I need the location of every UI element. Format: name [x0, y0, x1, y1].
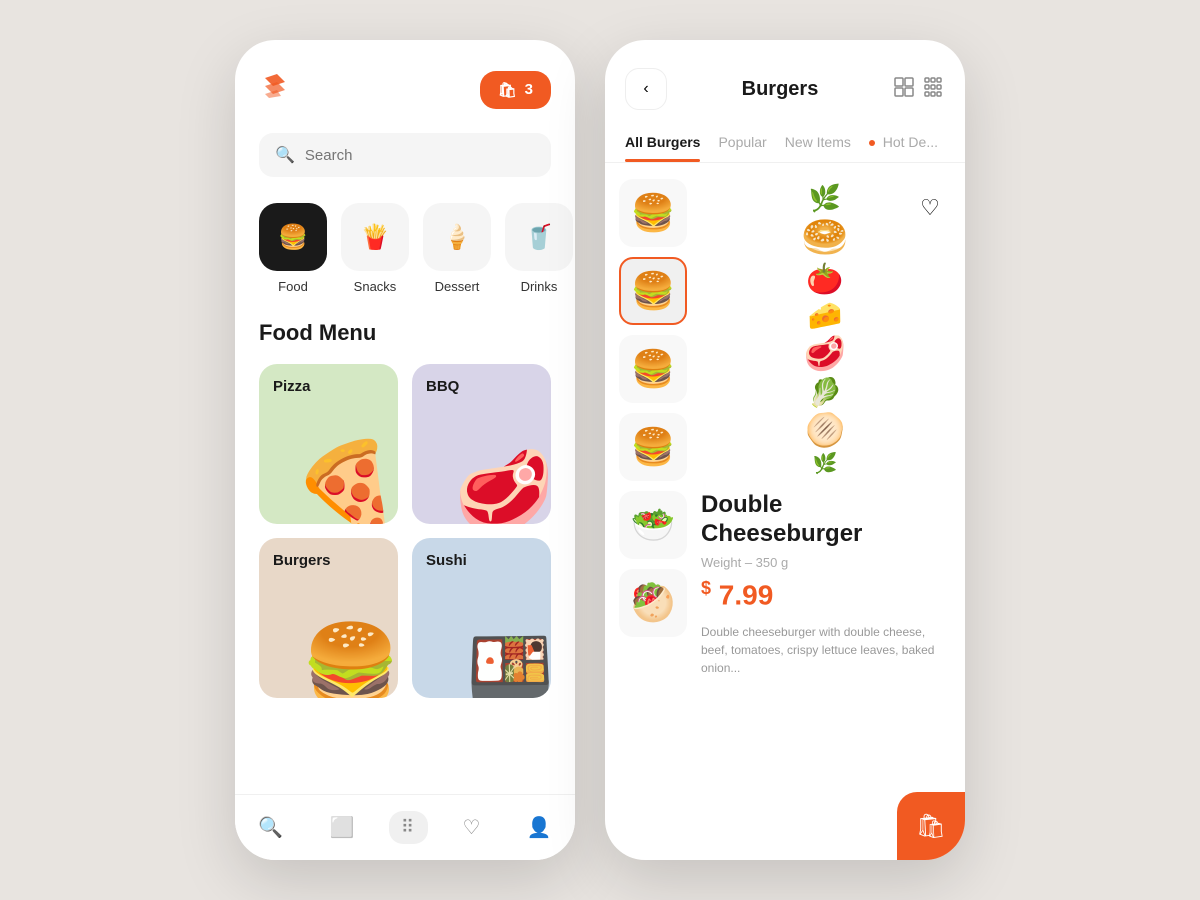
- lettuce-layer: 🥬: [808, 376, 843, 409]
- logo: [259, 70, 291, 109]
- burger-exploded-view: 🌿 🥯 🍅 🧀 🥩 🥬 🫓 🌿: [801, 179, 848, 486]
- nav-profile[interactable]: 👤: [515, 809, 564, 846]
- category-snacks[interactable]: 🍟 Snacks: [341, 203, 409, 294]
- thumbnail-list: 🍔 🍔 🍔 🍔 🥗 🥙: [605, 179, 695, 860]
- thumb-item-2[interactable]: 🍔: [619, 257, 687, 325]
- tab-new-items[interactable]: New Items: [785, 126, 851, 162]
- nav-search[interactable]: 🔍: [246, 809, 295, 846]
- cheese-layer: 🧀: [808, 299, 843, 332]
- bottom-navigation: 🔍 ⬜ ⠿ ♡ 👤: [235, 794, 575, 860]
- food-label: Food: [278, 279, 308, 294]
- pizza-label: Pizza: [273, 378, 311, 395]
- left-header: 🛍 3: [259, 70, 551, 109]
- nav-grid-icon: ⠿: [401, 817, 416, 838]
- add-to-cart-button[interactable]: 🛍: [897, 792, 965, 860]
- nav-heart-icon: ♡: [462, 815, 480, 840]
- product-price: $ 7.99: [701, 578, 949, 611]
- product-info: Double Cheeseburger Weight – 350 g $ 7.9…: [701, 491, 949, 693]
- page-title: Burgers: [679, 78, 881, 101]
- cart-button[interactable]: 🛍 3: [480, 71, 551, 109]
- dessert-icon: 🍦: [423, 203, 491, 271]
- back-icon: ‹: [643, 80, 648, 98]
- menu-card-pizza[interactable]: Pizza 🍕: [259, 364, 398, 524]
- product-image-area: ♡ 🌿 🥯 🍅 🧀 🥩 🥬 🫓 🌿: [701, 179, 949, 479]
- bun-bottom-layer: 🫓: [805, 411, 845, 449]
- thumb-item-5[interactable]: 🥗: [619, 491, 687, 559]
- currency-symbol: $: [701, 578, 711, 598]
- right-phone: ‹ Burgers: [605, 40, 965, 860]
- categories-row: 🍔 Food 🍟 Snacks 🍦 Dessert 🥤 Drinks: [259, 203, 551, 294]
- menu-card-bbq[interactable]: BBQ 🥩: [412, 364, 551, 524]
- thumb-item-3[interactable]: 🍔: [619, 335, 687, 403]
- sushi-image: 🍱: [467, 633, 551, 698]
- nav-orders[interactable]: ⬜: [318, 809, 367, 846]
- back-button[interactable]: ‹: [625, 68, 667, 110]
- search-input[interactable]: [305, 147, 535, 164]
- tab-popular[interactable]: Popular: [718, 126, 766, 162]
- product-name: Double Cheeseburger: [701, 491, 949, 549]
- cart-fab-icon: 🛍: [916, 812, 946, 841]
- pizza-image: 🍕: [291, 444, 398, 524]
- thumb-item-4[interactable]: 🍔: [619, 413, 687, 481]
- drinks-icon: 🥤: [505, 203, 573, 271]
- cart-icon: 🛍: [498, 81, 517, 99]
- bbq-label: BBQ: [426, 378, 459, 395]
- tab-hot-deals[interactable]: Hot De...: [869, 126, 938, 162]
- patty-layer: 🥩: [804, 334, 846, 374]
- burgers-image: 🍔: [301, 626, 398, 698]
- product-detail: ♡ 🌿 🥯 🍅 🧀 🥩 🥬 🫓 🌿 Double Cheeseburger We…: [695, 179, 965, 860]
- nav-grid[interactable]: ⠿: [389, 811, 428, 844]
- product-weight: Weight – 350 g: [701, 555, 949, 570]
- menu-card-sushi[interactable]: Sushi 🍱: [412, 538, 551, 698]
- drinks-label: Drinks: [521, 279, 558, 294]
- menu-section-title: Food Menu: [259, 320, 551, 346]
- search-icon: 🔍: [275, 145, 295, 165]
- category-dessert[interactable]: 🍦 Dessert: [423, 203, 491, 294]
- bun-top-layer: 🌿: [809, 183, 841, 214]
- category-drinks[interactable]: 🥤 Drinks: [505, 203, 573, 294]
- burgers-label: Burgers: [273, 552, 331, 569]
- sushi-label: Sushi: [426, 552, 467, 569]
- thumb-item-6[interactable]: 🥙: [619, 569, 687, 637]
- search-bar[interactable]: 🔍: [259, 133, 551, 177]
- hot-dot: [869, 140, 875, 146]
- price-value: 7.99: [719, 579, 774, 610]
- snacks-label: Snacks: [354, 279, 397, 294]
- product-content: 🍔 🍔 🍔 🍔 🥗 🥙 ♡ 🌿 🥯 🍅 🧀 🥩 🥬 🫓: [605, 179, 965, 860]
- menu-grid: Pizza 🍕 BBQ 🥩 Burgers 🍔 Sushi 🍱: [259, 364, 551, 698]
- bbq-image: 🥩: [454, 452, 551, 524]
- nav-search-icon: 🔍: [258, 815, 283, 840]
- snacks-icon: 🍟: [341, 203, 409, 271]
- cart-count: 3: [525, 81, 533, 98]
- thumb-item-1[interactable]: 🍔: [619, 179, 687, 247]
- tomato-layer: 🍅: [806, 262, 843, 297]
- view-toggle-icons: [893, 76, 945, 103]
- wishlist-button[interactable]: ♡: [911, 189, 949, 227]
- category-tabs: All Burgers Popular New Items Hot De...: [605, 126, 965, 163]
- grid-view-icon[interactable]: [893, 76, 915, 103]
- category-food[interactable]: 🍔 Food: [259, 203, 327, 294]
- dessert-label: Dessert: [435, 279, 480, 294]
- product-description: Double cheeseburger with double cheese, …: [701, 623, 949, 677]
- nav-favorites[interactable]: ♡: [450, 809, 492, 846]
- left-phone: 🛍 3 🔍 🍔 Food 🍟 Snacks 🍦 Dessert: [235, 40, 575, 860]
- nav-orders-icon: ⬜: [330, 815, 355, 840]
- food-icon: 🍔: [259, 203, 327, 271]
- bun-sesame-layer: 🥯: [801, 216, 848, 260]
- tab-all-burgers[interactable]: All Burgers: [625, 126, 700, 162]
- list-view-icon[interactable]: [923, 76, 945, 103]
- herb-layer: 🌿: [813, 451, 838, 476]
- right-header: ‹ Burgers: [605, 40, 965, 126]
- menu-card-burgers[interactable]: Burgers 🍔: [259, 538, 398, 698]
- nav-avatar-icon: 👤: [527, 815, 552, 840]
